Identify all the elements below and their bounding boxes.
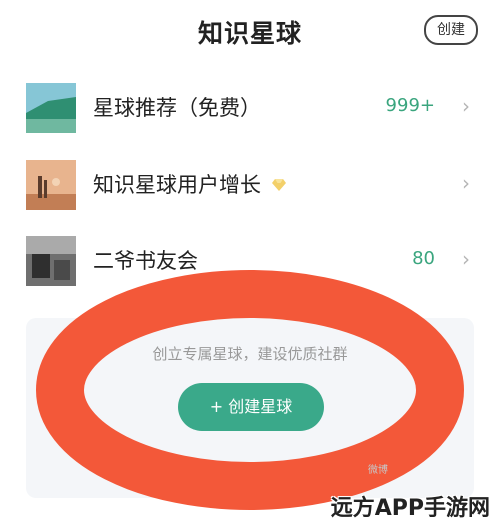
count-badge: 999+ — [385, 95, 435, 116]
list-item-label: 二爷书友会 — [93, 249, 198, 273]
count-badge: 80 — [412, 248, 435, 269]
diamond-icon — [272, 176, 286, 195]
create-button[interactable]: 创建 — [424, 15, 478, 45]
list-item-recommend[interactable]: 星球推荐（免费） 999+ › — [0, 80, 500, 158]
list-item-bookclub[interactable]: 二爷书友会 80 › — [0, 233, 500, 311]
chevron-right-icon: › — [462, 94, 470, 118]
top-bar: 知识星球 创建 — [0, 0, 500, 62]
create-planet-button[interactable]: + 创建星球 — [178, 383, 324, 431]
weibo-mark: 微博 — [368, 465, 388, 476]
avatar — [26, 83, 76, 133]
list-item-growth[interactable]: 知识星球用户增长 › — [0, 157, 500, 235]
watermark: 远方APP手游网 — [330, 496, 490, 521]
chevron-right-icon: › — [462, 171, 470, 195]
list-item-label: 星球推荐（免费） — [93, 96, 261, 120]
list-item-label: 知识星球用户增长 — [93, 173, 261, 197]
chevron-right-icon: › — [462, 247, 470, 271]
avatar — [26, 160, 76, 210]
create-tagline: 创立专属星球，建设优质社群 — [152, 345, 348, 363]
avatar — [26, 236, 76, 286]
